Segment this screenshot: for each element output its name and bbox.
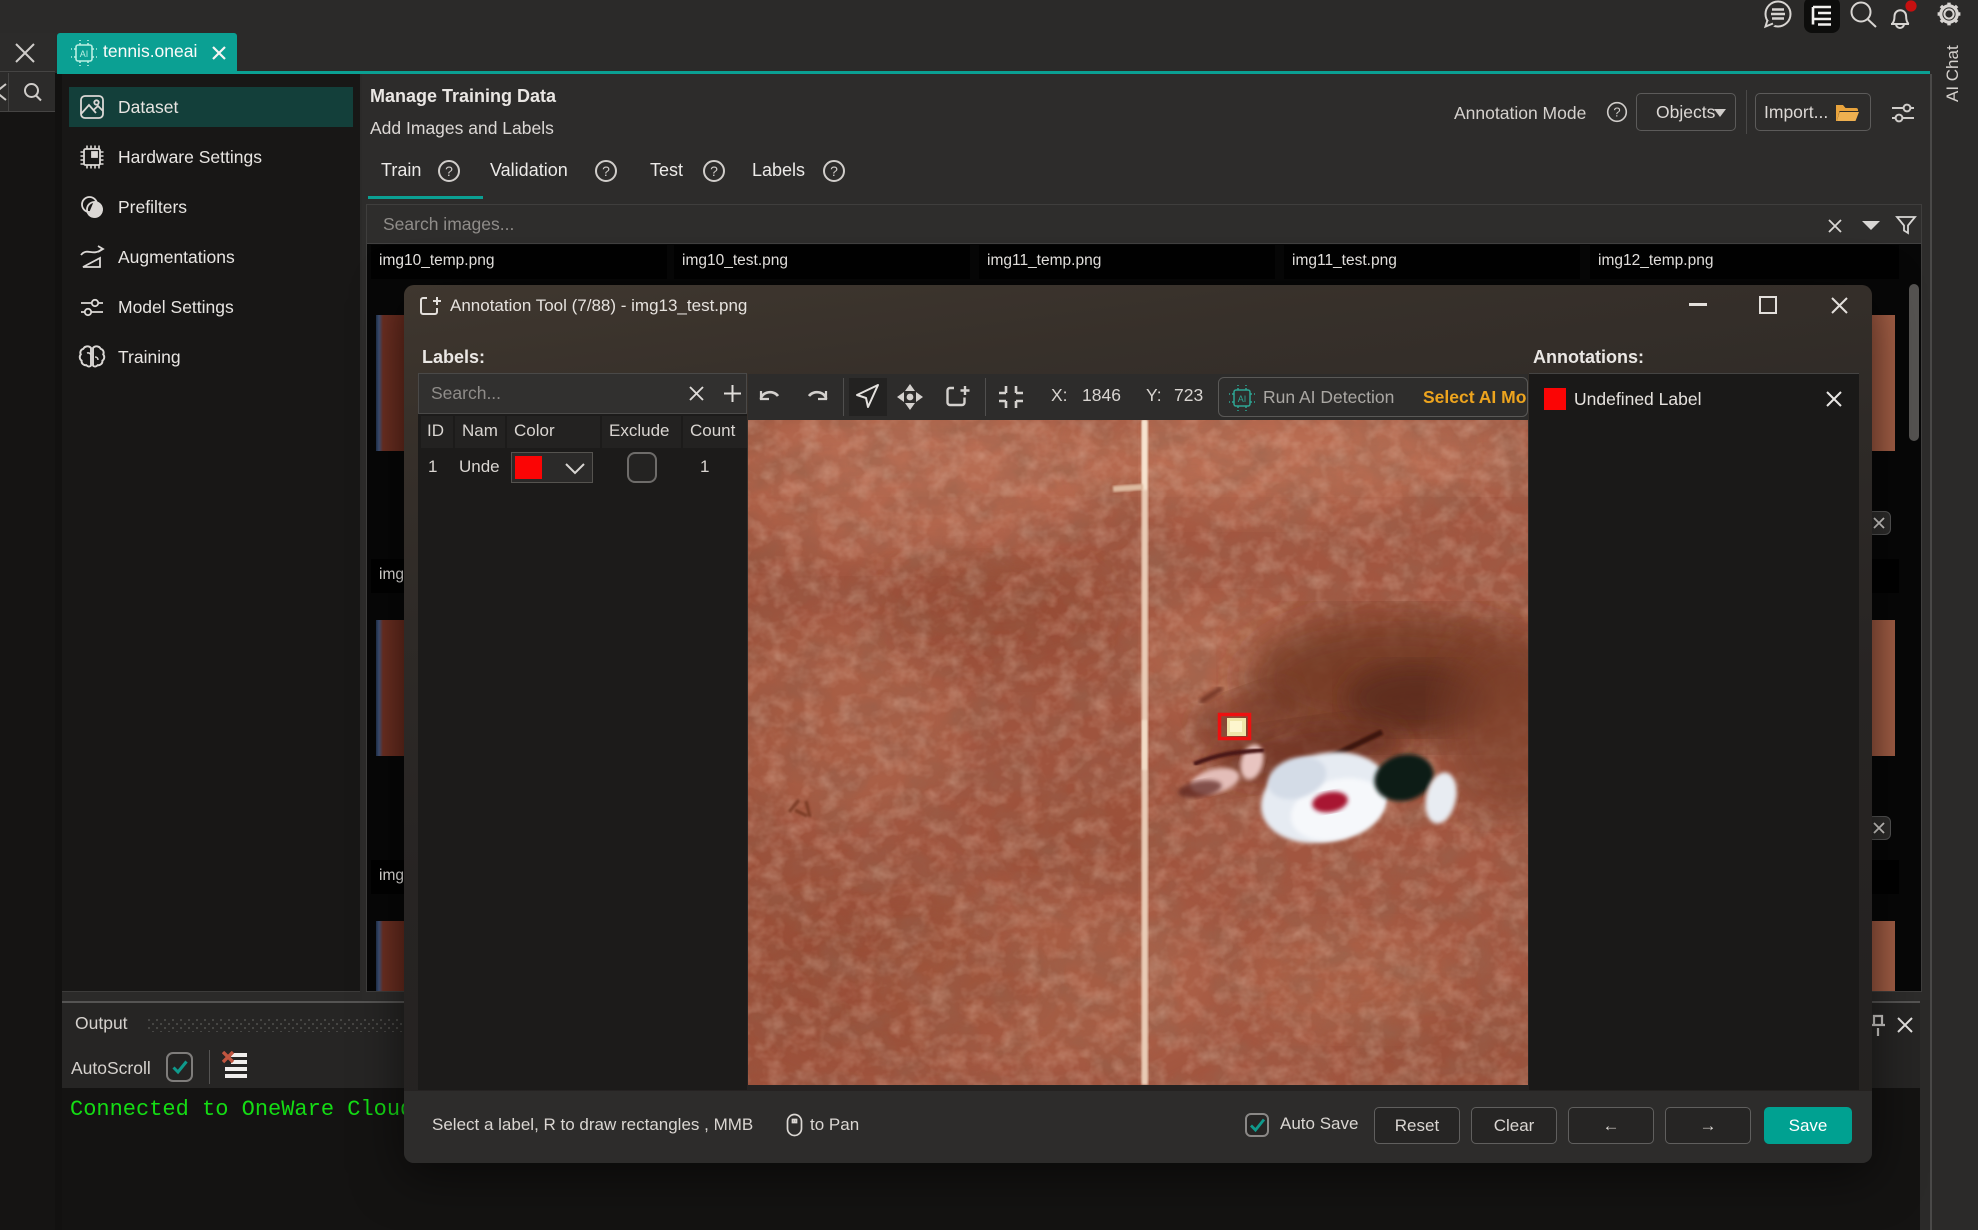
svg-text:?: ? [830,163,838,179]
svg-text:?: ? [1613,105,1620,120]
svg-text:?: ? [602,163,610,179]
svg-text:?: ? [710,163,718,179]
svg-text:AI: AI [1238,394,1247,404]
svg-text:AI: AI [80,49,89,59]
svg-text:?: ? [445,163,453,179]
